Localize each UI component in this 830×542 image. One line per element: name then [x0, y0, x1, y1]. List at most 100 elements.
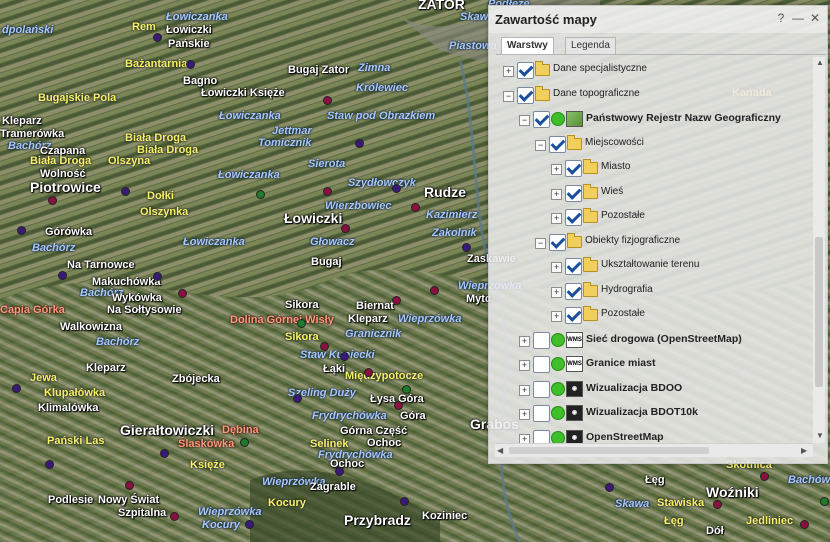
expand-icon[interactable]: +: [519, 433, 530, 443]
place-marker[interactable]: [402, 385, 411, 394]
layer-row[interactable]: + ◉ Wizualizacja BDOT10k: [489, 404, 813, 424]
expand-icon[interactable]: +: [551, 188, 562, 200]
layer-checkbox[interactable]: [533, 111, 550, 128]
collapse-icon[interactable]: −: [535, 237, 546, 249]
place-marker[interactable]: [605, 483, 614, 492]
place-marker[interactable]: [48, 196, 57, 205]
place-marker[interactable]: [335, 467, 344, 476]
layer-row[interactable]: + ◉ Wizualizacja BDOO: [489, 380, 813, 400]
place-marker[interactable]: [323, 96, 332, 105]
place-marker[interactable]: [58, 271, 67, 280]
tab-layers[interactable]: Warstwy: [501, 37, 554, 55]
layer-row[interactable]: + Dane specjalistyczne: [489, 61, 813, 81]
layer-checkbox[interactable]: [533, 405, 550, 422]
minimize-button[interactable]: —: [792, 12, 804, 25]
place-marker[interactable]: [323, 187, 332, 196]
layer-checkbox[interactable]: [565, 184, 582, 202]
place-marker[interactable]: [240, 438, 249, 447]
place-marker[interactable]: [364, 368, 373, 377]
layer-row[interactable]: + Wieś: [489, 183, 813, 204]
place-marker[interactable]: [125, 481, 134, 490]
horizontal-scroll-thumb[interactable]: [509, 447, 709, 454]
place-marker[interactable]: [800, 520, 809, 529]
place-marker[interactable]: [153, 272, 162, 281]
horizontal-scrollbar[interactable]: ◀ ▶: [495, 443, 813, 457]
layer-row[interactable]: − Obiekty fizjograficzne: [489, 232, 813, 253]
expand-icon[interactable]: +: [503, 66, 514, 77]
help-button[interactable]: ?: [775, 12, 787, 25]
place-marker[interactable]: [355, 139, 364, 148]
scroll-right-icon[interactable]: ▶: [801, 446, 807, 455]
vertical-scrollbar[interactable]: ▲ ▼: [813, 57, 825, 443]
place-marker[interactable]: [256, 190, 265, 199]
place-marker[interactable]: [12, 384, 21, 393]
vertical-scroll-thumb[interactable]: [815, 237, 823, 387]
layer-checkbox[interactable]: [533, 356, 550, 373]
layer-row[interactable]: + Ukształtowanie terenu: [489, 257, 813, 277]
expand-icon[interactable]: +: [551, 262, 562, 273]
expand-icon[interactable]: +: [551, 213, 562, 224]
layer-checkbox[interactable]: [565, 209, 582, 226]
place-marker[interactable]: [186, 60, 195, 69]
place-marker[interactable]: [178, 289, 187, 298]
scroll-left-icon[interactable]: ◀: [497, 446, 503, 455]
collapse-icon[interactable]: −: [519, 115, 530, 126]
expand-icon[interactable]: +: [519, 409, 530, 420]
layer-checkbox[interactable]: [533, 380, 550, 398]
place-marker[interactable]: [760, 472, 769, 481]
layer-row[interactable]: − Państwowy Rejestr Nazw Geograficzny: [489, 110, 813, 130]
layer-checkbox[interactable]: [517, 62, 534, 79]
layer-row[interactable]: + WMS Granice miast: [489, 355, 813, 375]
collapse-icon[interactable]: −: [535, 139, 546, 151]
place-marker[interactable]: [245, 520, 254, 529]
expand-icon[interactable]: +: [551, 164, 562, 175]
layer-checkbox[interactable]: [517, 86, 534, 104]
place-marker[interactable]: [394, 401, 403, 410]
place-marker[interactable]: [430, 286, 439, 295]
place-marker[interactable]: [392, 296, 401, 305]
layer-checkbox[interactable]: [533, 331, 550, 349]
layer-row[interactable]: + WMS Sieć drogowa (OpenStreetMap): [489, 331, 813, 351]
layer-checkbox[interactable]: [549, 135, 566, 153]
scroll-up-icon[interactable]: ▲: [816, 58, 824, 67]
expand-icon[interactable]: +: [519, 384, 530, 396]
panel-header[interactable]: Zawartość mapy ? — ✕: [489, 6, 827, 33]
layer-row[interactable]: + Pozostałe: [489, 208, 813, 228]
place-marker[interactable]: [320, 342, 329, 351]
place-marker[interactable]: [17, 226, 26, 235]
place-marker[interactable]: [297, 319, 306, 328]
layer-row[interactable]: + Hydrografia: [489, 281, 813, 302]
place-marker[interactable]: [713, 500, 722, 509]
layer-row[interactable]: − Miejscowości: [489, 134, 813, 155]
expand-icon[interactable]: +: [551, 311, 562, 322]
layer-checkbox[interactable]: [565, 282, 582, 300]
expand-icon[interactable]: +: [551, 286, 562, 298]
layer-checkbox[interactable]: [565, 258, 582, 275]
layer-checkbox[interactable]: [549, 233, 566, 251]
place-marker[interactable]: [45, 460, 54, 469]
place-marker[interactable]: [293, 394, 302, 403]
place-marker[interactable]: [392, 184, 401, 193]
place-marker[interactable]: [160, 449, 169, 458]
layer-row[interactable]: + Miasto: [489, 159, 813, 179]
place-marker[interactable]: [170, 512, 179, 521]
place-marker[interactable]: [820, 497, 829, 506]
tab-legend[interactable]: Legenda: [565, 37, 616, 54]
place-marker[interactable]: [462, 243, 471, 252]
place-marker[interactable]: [121, 187, 130, 196]
layer-checkbox[interactable]: [565, 160, 582, 177]
place-marker[interactable]: [411, 203, 420, 212]
place-marker[interactable]: [341, 224, 350, 233]
layer-checkbox[interactable]: [533, 429, 550, 443]
place-marker[interactable]: [340, 352, 349, 361]
layer-checkbox[interactable]: [565, 307, 582, 324]
scroll-down-icon[interactable]: ▼: [816, 431, 824, 440]
close-button[interactable]: ✕: [809, 12, 821, 25]
layer-row[interactable]: + ◉ OpenStreetMap: [489, 429, 813, 443]
place-marker[interactable]: [400, 497, 409, 506]
place-marker[interactable]: [153, 33, 162, 42]
expand-icon[interactable]: +: [519, 335, 530, 347]
layer-row[interactable]: − Dane topograficzne: [489, 85, 813, 106]
expand-icon[interactable]: +: [519, 360, 530, 371]
collapse-icon[interactable]: −: [503, 90, 514, 102]
